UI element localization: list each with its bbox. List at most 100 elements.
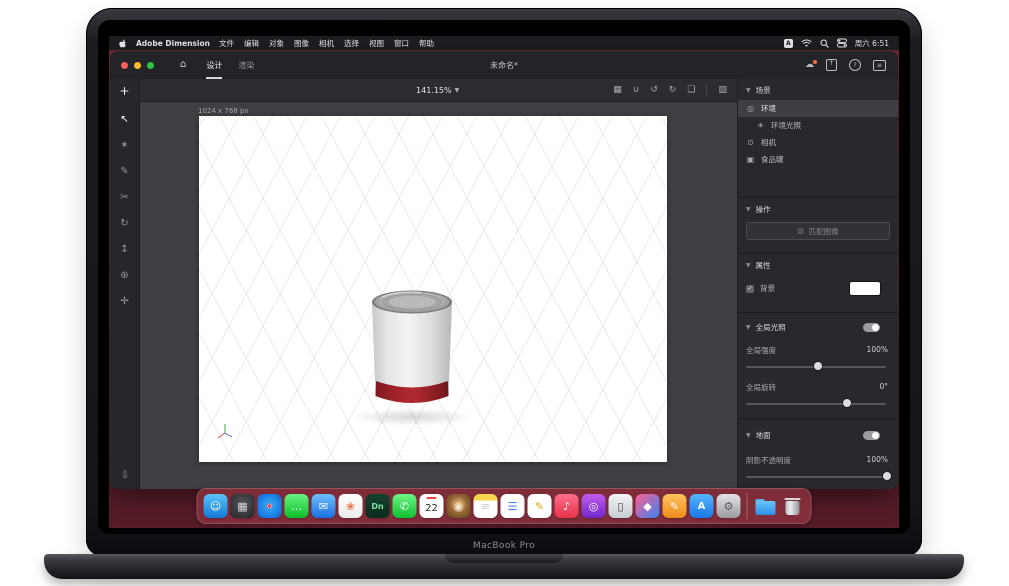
dock-icon-calendar[interactable]: 22 [420,494,444,518]
axis-gizmo [215,422,235,440]
dock-icon-notes[interactable]: ≡ [474,494,498,518]
menu-app-name[interactable]: Adobe Dimension [136,39,210,48]
scene-header[interactable]: ▼ 场景 [738,79,898,100]
spotlight-icon[interactable] [820,39,829,48]
dock-icon-downloads-folder[interactable] [754,494,778,518]
dock-icon-podcasts[interactable]: ◎ [582,494,606,518]
food-can-model[interactable] [369,286,455,424]
menu-item-object[interactable]: 对象 [269,38,284,49]
home-icon[interactable]: ⌂ [180,60,186,70]
actions-header[interactable]: ▼ 操作 [738,198,898,219]
menu-item-view[interactable]: 视图 [369,38,384,49]
dock-icon-settings[interactable]: ⚙ [717,494,741,518]
dock-icon-dimension[interactable]: Dn [366,494,390,518]
calendar-day: 22 [425,503,438,514]
device-label: MacBook Pro [86,541,922,551]
apple-menu-icon[interactable] [119,38,127,48]
camera-undo-icon[interactable]: ↺ [650,85,658,95]
dock-icon-photos[interactable]: ❀ [339,494,363,518]
dock-icon-finder[interactable]: ☺ [204,494,228,518]
chevron-down-icon: ▼ [746,87,751,94]
dock-icon-trash[interactable] [781,494,805,518]
add-content-button[interactable]: + [117,83,133,99]
dock-icon-pages[interactable]: ✎ [663,494,687,518]
menu-item-edit[interactable]: 编辑 [244,38,259,49]
fullscreen-button[interactable] [147,62,154,69]
pan-tool[interactable]: ✛ [110,288,140,314]
comments-icon[interactable]: ≡ [873,60,886,71]
app-window: ⌂ 设计 渲染 未命名* ☁ ↑ ? ≡ [110,51,898,489]
dolly-tool[interactable]: ↕ [110,236,140,262]
ground-header[interactable]: ▼ 地面 [738,419,898,445]
dock-icon-mail[interactable]: ✉ [312,494,336,518]
cloud-sync-icon[interactable]: ☁ [805,61,814,70]
window-titlebar[interactable]: ⌂ 设计 渲染 未命名* ☁ ↑ ? ≡ [110,51,898,80]
scissors-tool[interactable]: ✂ [110,184,140,210]
view-settings-icon[interactable]: ▦ [613,85,622,95]
tool-rail: + ↖✶✎✂↻↕⊕✛ ⇩ [110,79,140,489]
dock-icon-shortcuts[interactable]: ◆ [636,494,660,518]
slider-knob[interactable] [883,472,891,480]
menu-item-window[interactable]: 窗口 [394,38,409,49]
global-intensity-slider[interactable] [746,361,890,373]
scene-item-environment-light[interactable]: ☀环境光照 [738,117,898,134]
ground-toggle[interactable] [863,431,880,440]
orbit-tool[interactable]: ↻ [110,210,140,236]
match-image-button[interactable]: ▧ 匹配图像 [746,222,890,240]
dock-icon-launchpad[interactable]: ▦ [231,494,255,518]
dock-icon-music[interactable]: ♪ [555,494,579,518]
menu-item-file[interactable]: 文件 [219,38,234,49]
control-center-icon[interactable] [837,38,847,48]
canvas-export-icon[interactable]: ⇩ [110,470,140,481]
viewport[interactable]: 1024 x 768 px [140,102,737,489]
help-icon[interactable]: ? [849,59,861,71]
menu-item-select[interactable]: 选择 [344,38,359,49]
tab-design[interactable]: 设计 [206,51,222,79]
dock-icon-app-store[interactable]: A [690,494,714,518]
share-icon[interactable]: ↑ [826,59,837,71]
minimize-button[interactable] [134,62,141,69]
camera-redo-icon[interactable]: ↻ [669,85,677,95]
canvas[interactable] [199,116,667,462]
sampler-tool[interactable]: ✎ [110,158,140,184]
dock-icon-garageband[interactable]: ◉ [447,494,471,518]
properties-header[interactable]: ▼ 属性 [738,254,898,275]
dock-icon-messages[interactable]: … [285,494,309,518]
wifi-icon[interactable] [801,39,812,47]
document-title: 未命名* [490,60,518,71]
scene-item-camera[interactable]: ⊙相机 [738,134,898,151]
background-color-swatch[interactable] [850,282,880,295]
snap-icon[interactable]: ∪ [633,85,640,95]
dock-icon-iphone-mirroring[interactable]: ▯ [609,494,633,518]
sync-alert-badge [813,60,817,64]
menu-item-help[interactable]: 帮助 [419,38,434,49]
toolbar-separator [706,84,707,96]
tab-render[interactable]: 渲染 [238,51,254,79]
scene-item-food-can[interactable]: ▣食品罐 [738,151,898,168]
render-preview-icon[interactable]: ▨ [718,85,727,95]
menu-clock[interactable]: 周六 6:51 [855,38,889,49]
close-button[interactable] [121,62,128,69]
input-source-icon[interactable]: A [784,39,793,48]
global-rotation-slider[interactable] [746,398,890,410]
dock-icon-reminders[interactable]: ☰ [501,494,525,518]
magic-wand-tool[interactable]: ✶ [110,132,140,158]
global-lighting-toggle[interactable] [863,323,880,332]
menu-bar-menus: 文件编辑对象图像相机选择视图窗口帮助 [219,38,434,49]
select-tool[interactable]: ↖ [110,106,140,132]
slider-knob[interactable] [814,362,822,370]
dock-icon-freeform[interactable]: ✎ [528,494,552,518]
scene-item-environment[interactable]: ◎环境 [738,100,898,117]
lid-notch [445,554,563,563]
slider-knob[interactable] [843,399,851,407]
dock-icon-facetime[interactable]: ✆ [393,494,417,518]
menu-item-camera[interactable]: 相机 [319,38,334,49]
zoom-tool[interactable]: ⊕ [110,262,140,288]
camera-bookmark-icon[interactable]: ❏ [687,85,695,95]
shadow-opacity-slider[interactable] [746,471,890,483]
global-lighting-header[interactable]: ▼ 全局光照 [738,313,898,337]
menu-item-image[interactable]: 图像 [294,38,309,49]
zoom-control[interactable]: 141.15% ▼ [416,79,459,101]
background-checkbox[interactable]: ✓ [746,285,754,293]
dock-icon-safari[interactable]: ✶ [258,494,282,518]
